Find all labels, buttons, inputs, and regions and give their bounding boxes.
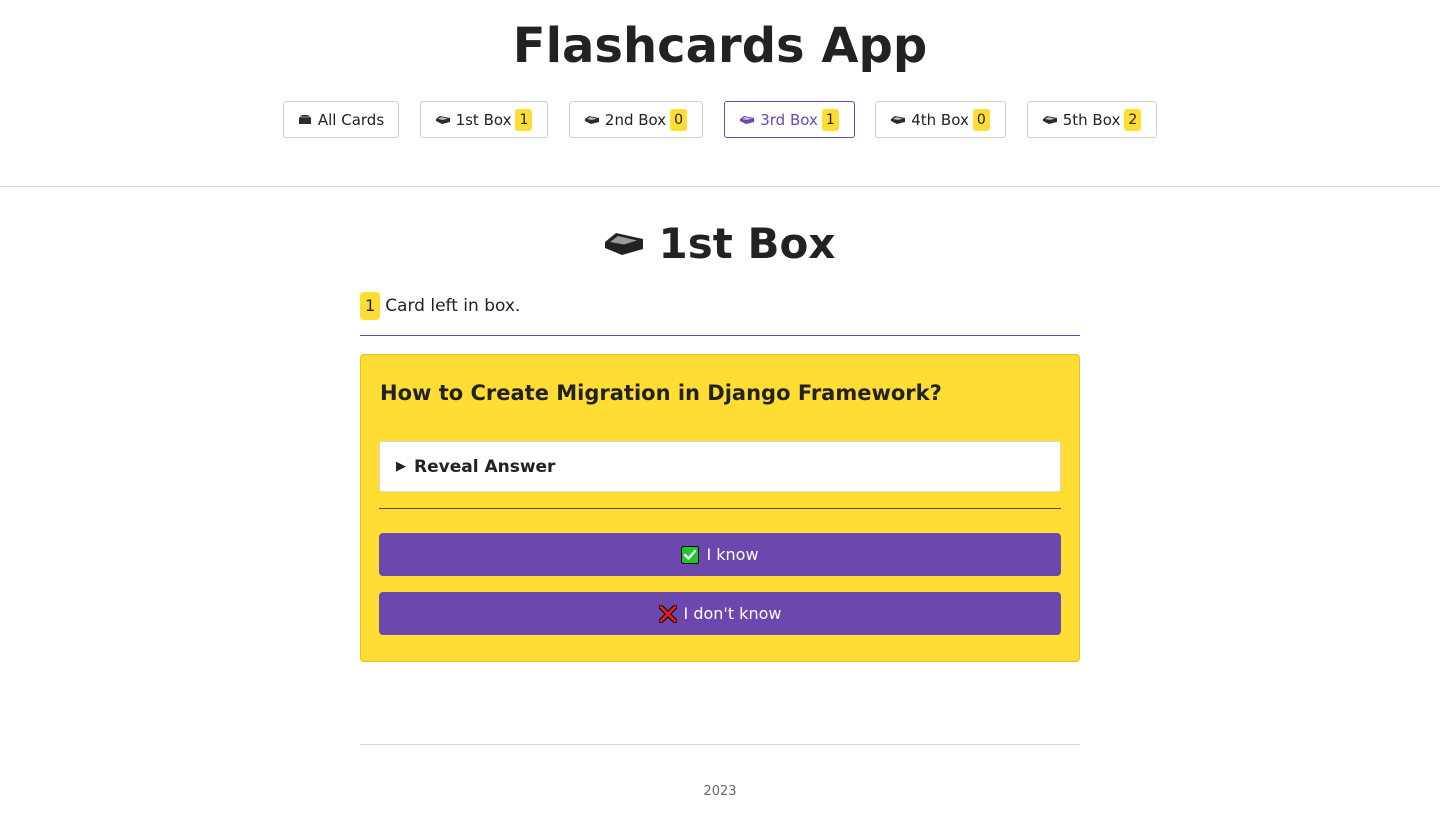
cross-mark-icon [658, 604, 677, 623]
inbox-tray-icon [435, 115, 450, 124]
nav-1st-box[interactable]: 1st Box 1 [420, 101, 548, 138]
i-know-label: I know [706, 545, 759, 564]
card-file-box-icon [298, 115, 312, 124]
footer-year: 2023 [703, 784, 737, 799]
check-mark-button-icon [681, 545, 700, 564]
nav-count-badge: 2 [1124, 108, 1142, 131]
page-footer: 2023 [360, 744, 1080, 799]
reveal-answer-toggle[interactable]: ▶ Reveal Answer [379, 441, 1061, 492]
section-divider [360, 335, 1080, 336]
nav-4th-box[interactable]: 4th Box 0 [875, 101, 1006, 138]
reveal-answer-label: Reveal Answer [414, 456, 556, 477]
i-dont-know-button[interactable]: I don't know [379, 592, 1061, 635]
card-question: How to Create Migration in Django Framew… [380, 381, 942, 405]
flashcard: How to Create Migration in Django Framew… [360, 354, 1080, 662]
cards-left-line: 1 Card left in box. [360, 292, 1080, 320]
nav-count-badge: 0 [972, 108, 990, 131]
nav-label: 2nd Box [604, 110, 667, 129]
i-dont-know-label: I don't know [683, 604, 782, 623]
cards-left-badge: 1 [360, 292, 381, 320]
inbox-tray-icon [604, 231, 643, 255]
inbox-tray-icon [1042, 115, 1057, 124]
inbox-tray-icon [891, 115, 906, 124]
nav-count-badge: 1 [515, 108, 533, 131]
inbox-tray-icon [584, 115, 599, 124]
card-divider [379, 508, 1061, 509]
cards-left-text: Card left in box. [385, 296, 521, 316]
box-nav: All Cards 1st Box 1 2nd Box 0 3rd Box 1 [0, 101, 1440, 138]
nav-label: 1st Box [455, 110, 512, 129]
nav-3rd-box[interactable]: 3rd Box 1 [724, 101, 855, 138]
box-title: 1st Box [360, 187, 1080, 273]
nav-count-badge: 1 [821, 108, 839, 131]
disclosure-triangle-icon: ▶ [396, 459, 406, 474]
nav-5th-box[interactable]: 5th Box 2 [1027, 101, 1157, 138]
nav-label: 3rd Box [760, 110, 818, 129]
nav-label: All Cards [317, 110, 385, 129]
nav-label: 4th Box [911, 110, 969, 129]
box-title-text: 1st Box [658, 218, 836, 268]
nav-count-badge: 0 [670, 108, 688, 131]
nav-all-cards[interactable]: All Cards [283, 101, 399, 138]
nav-label: 5th Box [1062, 110, 1121, 129]
app-title: Flashcards App [512, 18, 928, 74]
app-header: Flashcards App All Cards 1st Box 1 2nd B… [0, 0, 1440, 187]
box-view: 1st Box 1 Card left in box. How to Creat… [360, 187, 1080, 662]
inbox-tray-icon [740, 115, 755, 124]
nav-2nd-box[interactable]: 2nd Box 0 [569, 101, 703, 138]
i-know-button[interactable]: I know [379, 533, 1061, 576]
